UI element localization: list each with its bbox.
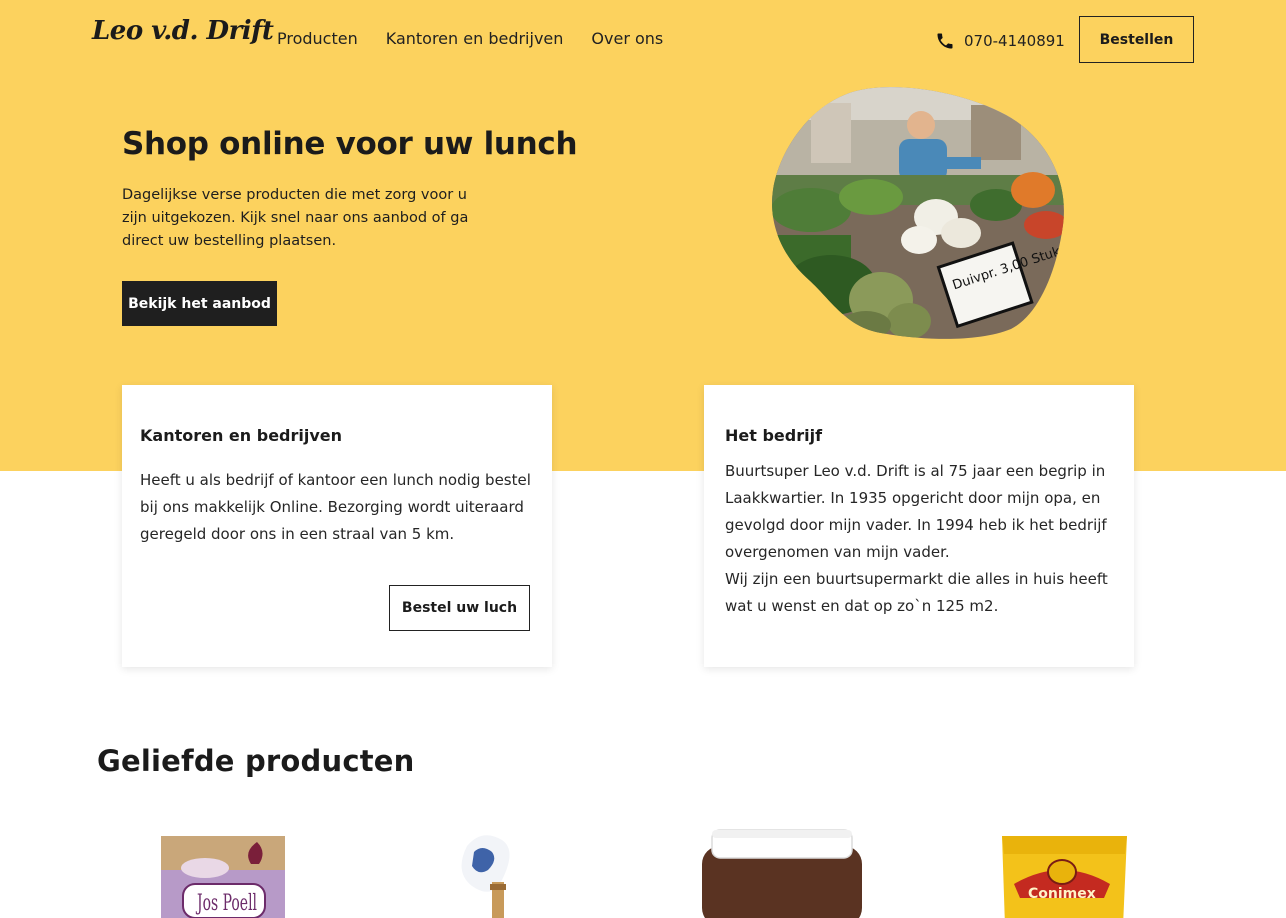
product-card[interactable]: Jos Poell	[97, 822, 357, 918]
card-company-title: Het bedrijf	[725, 426, 823, 445]
product-image-box: Jos Poell	[161, 836, 285, 918]
main-nav: Producten Kantoren en bedrijven Over ons	[277, 29, 663, 48]
hero-title: Shop online voor uw lunch	[122, 126, 578, 162]
product-card[interactable]: Hazelnootpasta	[667, 822, 927, 918]
product-list: Jos Poell Delfts blauw Hazelnootpasta Co…	[97, 822, 1197, 918]
product-box-brand: Jos Poell	[196, 891, 257, 916]
product-bag-brand: Conimex	[1028, 886, 1096, 902]
nav-item-producten[interactable]: Producten	[277, 29, 358, 48]
order-lunch-button[interactable]: Bestel uw luch	[389, 585, 530, 631]
view-offer-button[interactable]: Bekijk het aanbod	[122, 281, 277, 326]
product-image-bag: Conimex	[1002, 836, 1127, 918]
card-offices-title: Kantoren en bedrijven	[140, 426, 343, 445]
nav-item-kantoren[interactable]: Kantoren en bedrijven	[386, 29, 564, 48]
order-button[interactable]: Bestellen	[1079, 16, 1194, 63]
popular-products-title: Geliefde producten	[97, 744, 415, 778]
card-offices-text: Heeft u als bedrijf of kantoor een lunch…	[140, 471, 531, 543]
card-offices: Kantoren en bedrijven Heeft u als bedrij…	[122, 385, 552, 667]
card-company-text: Buurtsuper Leo v.d. Drift is al 75 jaar …	[725, 462, 1108, 615]
product-card[interactable]: Conimex	[952, 822, 1212, 918]
logo[interactable]: Leo v.d. Drift	[92, 16, 274, 46]
nav-item-over-ons[interactable]: Over ons	[591, 29, 663, 48]
product-delft-name: Delfts blauw	[462, 912, 468, 915]
product-image-delft: Delfts blauw	[461, 835, 510, 918]
phone-link[interactable]: 070-4140891	[935, 31, 1065, 51]
product-image-jar: Hazelnootpasta	[702, 829, 862, 918]
phone-number: 070-4140891	[964, 32, 1065, 50]
card-company: Het bedrijf Buurtsuper Leo v.d. Drift is…	[704, 385, 1134, 667]
hero-market-image: Duivpr. 3,00 Stuk	[772, 87, 1064, 339]
product-card[interactable]: Delfts blauw	[382, 822, 642, 918]
hero-text: Dagelijkse verse producten die met zorg …	[122, 187, 469, 249]
phone-icon	[937, 33, 953, 49]
